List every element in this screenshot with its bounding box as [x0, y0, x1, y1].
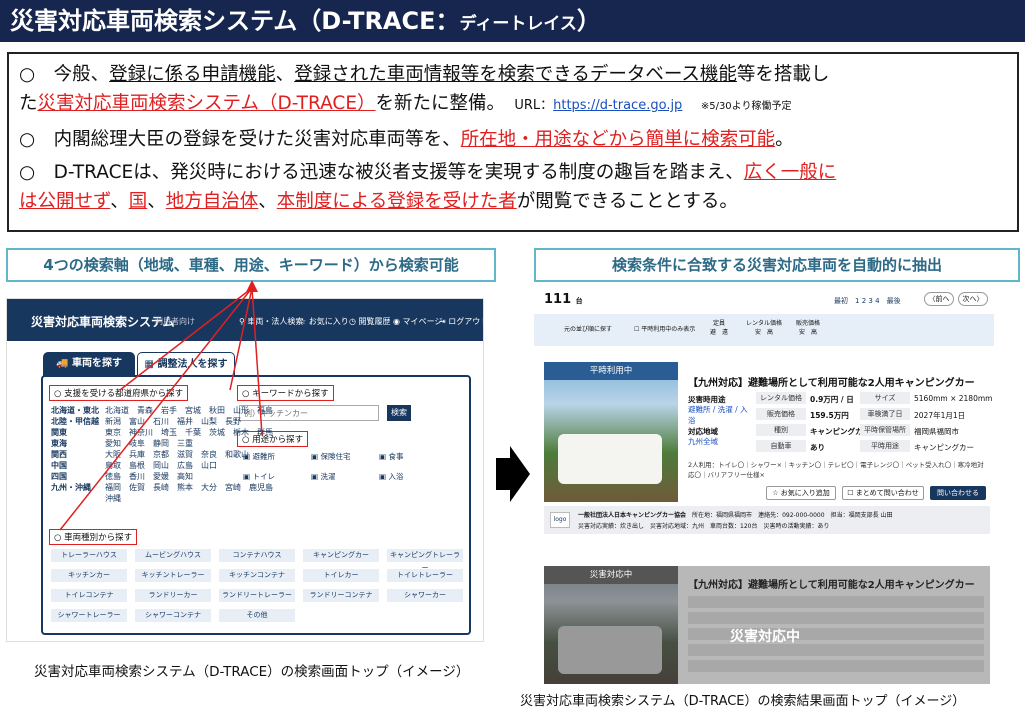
size-heading: サイズ	[860, 392, 910, 404]
pager: 最初 1 2 3 4 最後	[834, 296, 901, 306]
annotation-line-use	[251, 287, 263, 436]
size-value: 5160mm × 2180mm	[914, 394, 993, 403]
inspection-heading: 車検満了日	[860, 408, 910, 420]
sale-heading: 販売価格	[756, 408, 806, 420]
org-line-2: 災害対応実績：炊き出し 災害対応地域：九州 車両台数：120台 災害時の活動実績…	[578, 523, 830, 530]
summary-line-3: ○ 内閣総理大臣の登録を受けた災害対応車両等を、所在地・用途などから簡単に検索可…	[19, 129, 794, 150]
title-main: 災害対応車両検索システム（D-TRACE：	[10, 7, 460, 35]
vehicle-card-1[interactable]: 平時利用中 【九州対応】避難場所として利用可能な2人用キャンピングカー 災害時用…	[534, 362, 994, 504]
summary-line-1: ○ 今般、登録に係る申請機能、登録された車両情報等を検索できるデータベース機能等…	[19, 64, 830, 85]
equipment-list: 2人利用：トイレ〇｜シャワー×｜キッチン〇｜テレビ〇｜電子レンジ〇｜ペット受入れ…	[688, 461, 984, 479]
vehicle-type-button[interactable]: ランドリートレーラー	[219, 589, 295, 602]
vehicle-type-button[interactable]: キッチントレーラー	[135, 569, 211, 582]
org-logo: logo	[550, 512, 570, 528]
inquiry-button[interactable]: 問い合わせる	[930, 486, 986, 500]
vehicle-type-button[interactable]: トイレコンテナ	[51, 589, 127, 602]
pager-2[interactable]: 2	[862, 297, 866, 305]
vehicle-card-2[interactable]: 災害対応中 【九州対応】避難場所として利用可能な2人用キャンピングカー 災害対応…	[544, 566, 990, 684]
title-close: ）	[576, 7, 601, 35]
prev-button[interactable]: 〈前へ	[924, 292, 954, 306]
vehicle-title[interactable]: 【九州対応】避難場所として利用可能な2人用キャンピングカー	[688, 374, 975, 389]
org-row[interactable]: logo 一般社団法人日本キャンピングカー協会 所在地：福岡県福岡市 連絡先：0…	[544, 506, 990, 534]
pager-4[interactable]: 4	[875, 297, 879, 305]
annotation-line-region	[119, 287, 253, 391]
status-badge: 平時利用中	[544, 362, 678, 380]
filter-checkbox[interactable]: ☐ 平時利用中のみ表示	[634, 324, 695, 333]
right-axis-label: 検索条件に合致する災害対応車両を自動的に抽出	[534, 248, 1020, 282]
van-shape-2	[558, 626, 662, 674]
sort-default[interactable]: 元の並び順に探す	[564, 324, 612, 333]
right-caption: 災害対応車両検索システム（D-TRACE）の検索結果画面トップ（イメージ）	[520, 694, 966, 709]
annotation-lines	[59, 280, 263, 531]
vehicle-type-button[interactable]: ランドリーコンテナ	[303, 589, 379, 602]
summary-box: ○ 今般、登録に係る申請機能、登録された車両情報等を検索できるデータベース機能等…	[7, 52, 1019, 232]
page-title: 災害対応車両検索システム（D-TRACE：ディートレイス）	[0, 0, 1025, 42]
left-caption: 災害対応車両検索システム（D-TRACE）の検索画面トップ（イメージ）	[34, 664, 470, 680]
vehicle-type-button[interactable]: シャワーコンテナ	[135, 609, 211, 622]
filter-bar: 元の並び順に探す ☐ 平時利用中のみ表示 定員避 遠 レンタル価格安 高 販売価…	[534, 314, 994, 346]
title-kana: ディートレイス	[459, 14, 577, 34]
status-badge-2: 災害対応中	[544, 566, 678, 584]
storage-heading: 平時保管場所	[860, 424, 910, 436]
vehicle-title-2[interactable]: 【九州対応】避難場所として利用可能な2人用キャンピングカー	[688, 576, 975, 591]
vehicle-type-button[interactable]: トイレカー	[303, 569, 379, 582]
arrow-right-icon	[496, 446, 530, 502]
pager-1[interactable]: 1	[855, 297, 859, 305]
d-trace-url-link[interactable]: https://d-trace.go.jp	[553, 98, 682, 113]
vehicle-type-button[interactable]: その他	[219, 609, 295, 622]
type-heading: 種別	[756, 424, 806, 436]
self-value: あり	[810, 443, 825, 452]
result-count: 111 台	[544, 292, 583, 307]
pager-3[interactable]: 3	[868, 297, 872, 305]
col-sale: 販売価格安 高	[796, 320, 821, 336]
next-button[interactable]: 次へ〉	[958, 292, 988, 306]
area-value: 九州全域	[688, 437, 718, 446]
pager-last[interactable]: 最後	[887, 297, 901, 305]
self-heading: 自動車	[756, 440, 806, 452]
use-value: 避難所 / 洗濯 / 入浴	[688, 405, 748, 425]
favorite-button[interactable]: ☆ お気に入り追加	[766, 486, 836, 500]
vehicle-type-button[interactable]: シャワートレーラー	[51, 609, 127, 622]
vehicle-type-button[interactable]: トイレトレーラー	[387, 569, 463, 582]
normal-use-value: キャンピングカー	[914, 443, 974, 452]
bulk-inquiry-button[interactable]: ☐ まとめて問い合わせ	[842, 486, 924, 500]
vehicle-type-button[interactable]: キッチンカー	[51, 569, 127, 582]
summary-line-2: た災害対応車両検索システム（D-TRACE）を新たに整備。 URL：https:…	[19, 93, 792, 114]
org-line-1: 一般社団法人日本キャンピングカー協会 所在地：福岡県福岡市 連絡先：092-00…	[578, 512, 893, 519]
rental-heading: レンタル価格	[756, 392, 806, 404]
sale-value: 159.5万円	[810, 411, 849, 420]
van-shape	[558, 434, 662, 484]
rental-value: 0.9万円 / 日	[810, 395, 854, 404]
vehicle-type-button[interactable]: ランドリーカー	[135, 589, 211, 602]
col-rental: レンタル価格安 高	[746, 320, 783, 336]
summary-line-5: は公開せず、国、地方自治体、本制度による登録を受けた者が閲覧できることとする。	[19, 191, 738, 212]
summary-line-4: ○ D-TRACEは、発災時における迅速な被災者支援等を実現する制度の趣旨を踏ま…	[19, 162, 837, 183]
inspection-value: 2027年1月1日	[914, 411, 966, 420]
disaster-overlay: 災害対応中	[730, 629, 800, 645]
storage-value: 福岡県福岡市	[914, 427, 959, 436]
vehicle-type-button[interactable]: キッチンコンテナ	[219, 569, 295, 582]
result-screen-mock: 111 台 最初 1 2 3 4 最後 〈前へ 次へ〉 元の並び順に探す ☐ 平…	[534, 284, 994, 684]
pager-first[interactable]: 最初	[834, 297, 848, 305]
col-capacity: 定員避 遠	[710, 320, 729, 336]
vehicle-type-button[interactable]: シャワーカー	[387, 589, 463, 602]
normal-use-heading: 平時用途	[860, 440, 910, 452]
annotation-line-type	[59, 287, 253, 531]
